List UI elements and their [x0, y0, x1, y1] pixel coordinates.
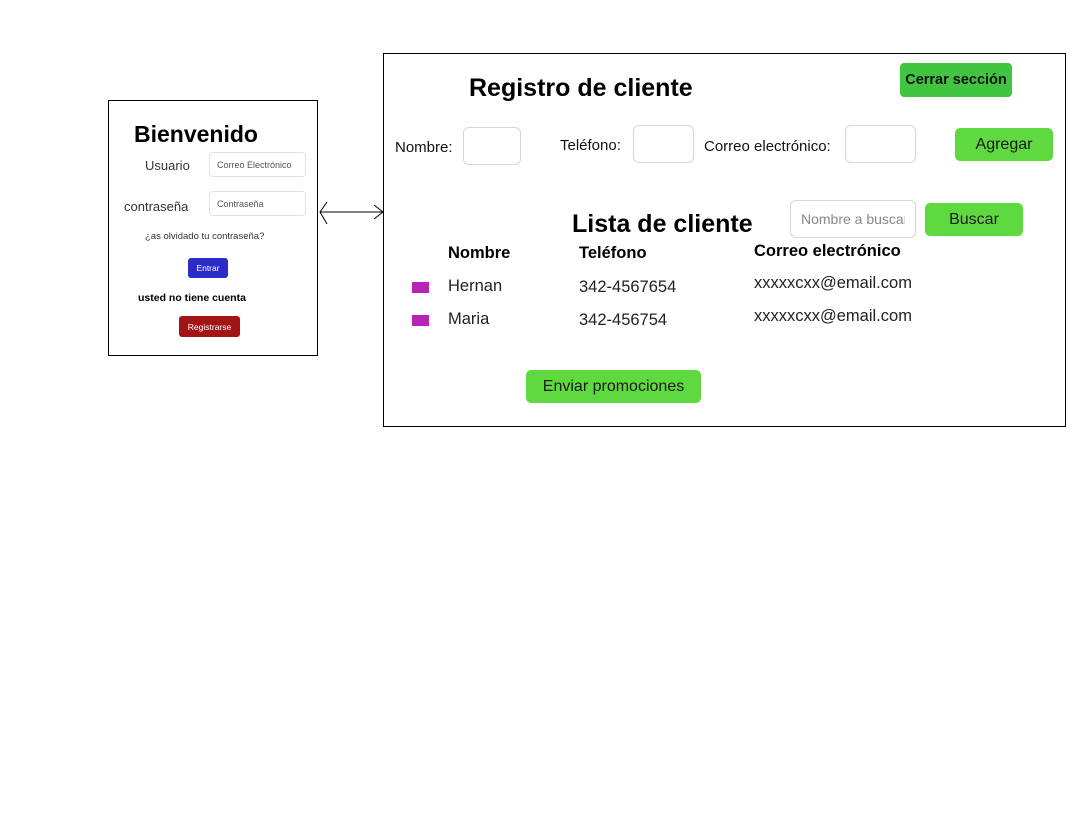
login-card: Bienvenido Usuario contraseña ¿as olvida… — [108, 100, 318, 356]
row-marker — [412, 315, 429, 326]
forgot-password-link[interactable]: ¿as olvidado tu contraseña? — [145, 231, 264, 242]
phone-label: Teléfono: — [560, 137, 621, 154]
login-title: Bienvenido — [134, 121, 258, 147]
user-input[interactable] — [209, 152, 306, 177]
user-label: Usuario — [145, 158, 190, 173]
phone-input[interactable] — [633, 125, 694, 163]
client-email: xxxxxcxx@email.com — [754, 274, 912, 292]
client-name: Maria — [448, 310, 490, 328]
name-label: Nombre: — [395, 139, 453, 156]
search-button[interactable]: Buscar — [925, 203, 1023, 236]
no-account-text: usted no tiene cuenta — [138, 292, 246, 304]
registry-title: Registro de cliente — [469, 74, 693, 102]
client-phone: 342-456754 — [579, 311, 668, 329]
password-label: contraseña — [124, 199, 189, 214]
client-phone: 342-4567654 — [579, 278, 677, 296]
send-promotions-button[interactable]: Enviar promociones — [526, 370, 701, 403]
column-header-email: Correo electrónico — [754, 242, 901, 260]
table-row: Hernan 342-4567654 xxxxxcxx@email.com — [384, 274, 1067, 304]
email-label: Correo electrónico: — [704, 138, 831, 155]
client-email: xxxxxcxx@email.com — [754, 307, 912, 325]
client-registry-panel: Registro de cliente Cerrar sección Nombr… — [383, 53, 1066, 427]
table-row: Maria 342-456754 xxxxxcxx@email.com — [384, 307, 1067, 337]
logout-button[interactable]: Cerrar sección — [900, 63, 1012, 97]
register-button[interactable]: Registrarse — [179, 316, 240, 337]
double-arrow-icon — [319, 201, 384, 225]
password-input[interactable] — [209, 191, 306, 216]
client-list-title: Lista de cliente — [572, 210, 753, 238]
enter-button[interactable]: Entrar — [188, 258, 228, 278]
column-header-phone: Teléfono — [579, 244, 647, 262]
add-button[interactable]: Agregar — [955, 128, 1053, 161]
email-input[interactable] — [845, 125, 916, 163]
row-marker — [412, 282, 429, 293]
name-input[interactable] — [463, 127, 521, 165]
column-header-name: Nombre — [448, 244, 511, 262]
client-name: Hernan — [448, 277, 503, 295]
search-input[interactable] — [790, 200, 916, 238]
